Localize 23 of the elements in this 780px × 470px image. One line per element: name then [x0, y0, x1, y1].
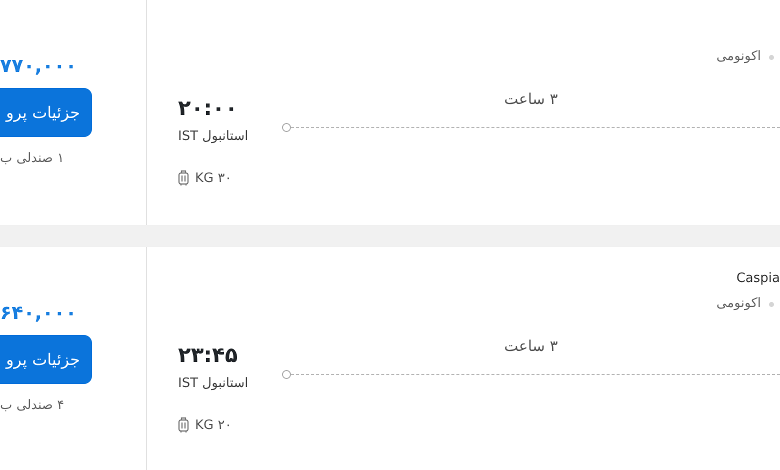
duration-text: ۳ ساعت: [504, 89, 558, 110]
departure-time: ۲۰:۰۰: [178, 95, 238, 122]
duration-text: ۳ ساعت: [504, 336, 558, 357]
departure-city: استانبول IST: [178, 375, 248, 393]
luggage-icon: [178, 170, 189, 186]
route-start-dot: [282, 370, 291, 378]
luggage-icon: [178, 417, 189, 434]
seats-text: ۴ صندلی ب: [0, 397, 64, 415]
airline-name: Caspia: [736, 271, 780, 286]
bullet-dot: [769, 54, 774, 60]
baggage-text: ۳۰ KG: [195, 170, 232, 188]
details-button[interactable]: جزئیات پرو: [0, 335, 92, 384]
cabin-class-text: اکونومی: [716, 48, 761, 66]
cabin-class-text: اکونومی: [716, 295, 761, 314]
details-button[interactable]: جزئیات پرو: [0, 88, 92, 137]
bullet-dot: [769, 302, 774, 306]
departure-city: استانبول IST: [178, 128, 248, 146]
departure-time: ۲۳:۴۵: [178, 342, 238, 369]
price-text: ۷۷۰,۰۰۰: [0, 54, 77, 79]
seats-text: ۱ صندلی ب: [0, 150, 64, 168]
price-text: ۶۴۰,۰۰۰: [0, 301, 77, 326]
route-start-dot: [282, 122, 291, 132]
baggage-text: ۲۰ KG: [195, 416, 232, 434]
